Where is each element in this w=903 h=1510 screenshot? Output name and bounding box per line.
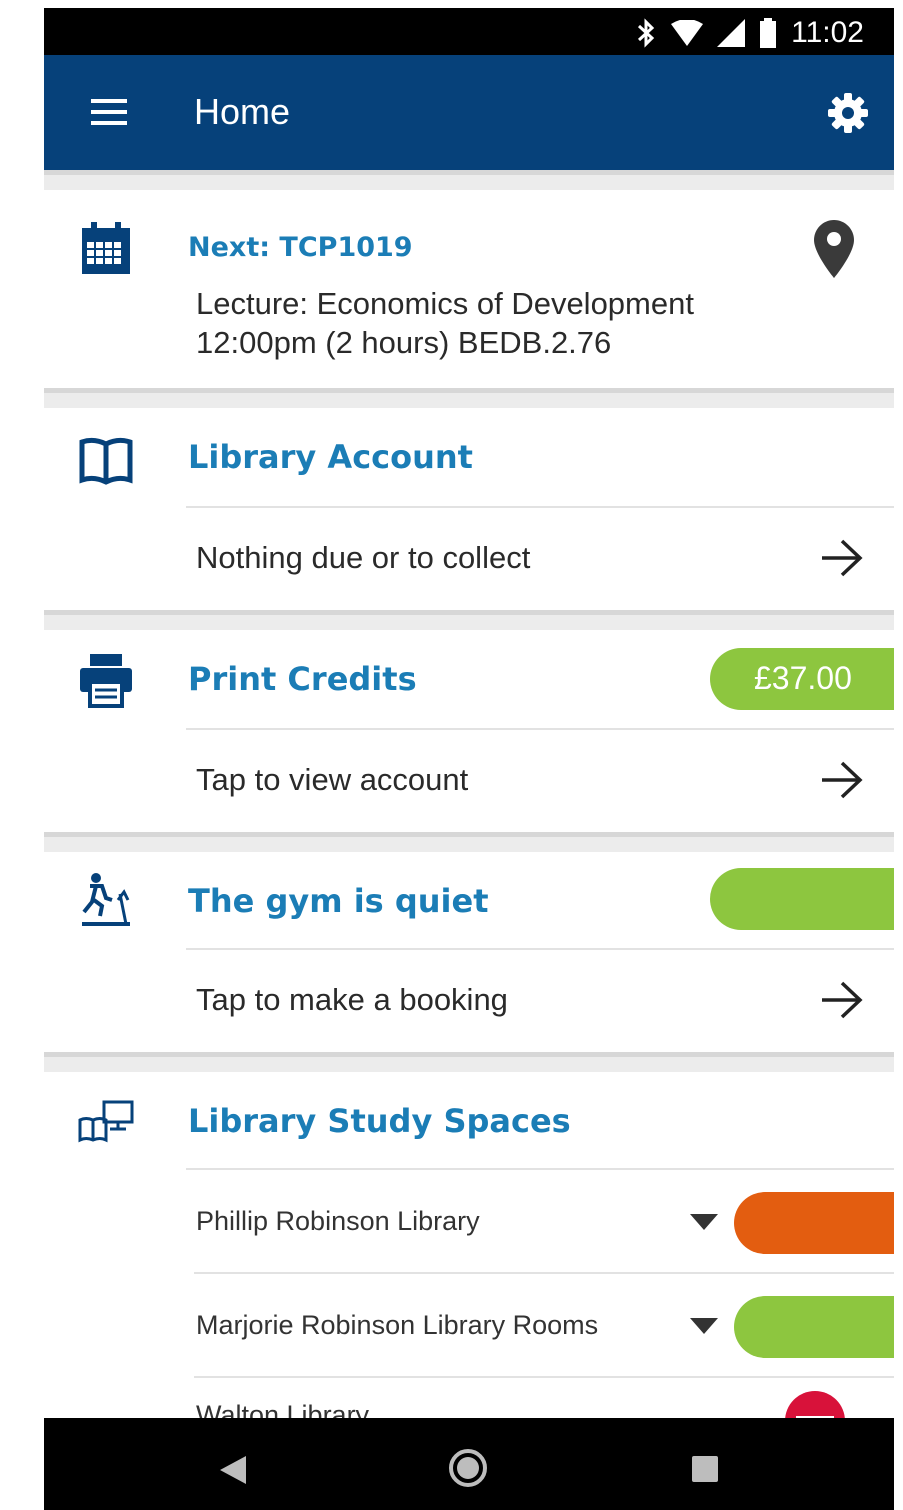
settings-gear-icon[interactable] [826,91,870,135]
print-credits-action: Tap to view account [196,762,469,797]
print-credits-balance: £37.00 [754,660,852,696]
app-bar: Home [44,55,894,170]
study-space-computer-icon [78,1100,134,1143]
home-icon[interactable] [448,1448,488,1488]
study-spaces-card: Library Study Spaces Phillip Robinson Li… [44,1072,894,1451]
system-navigation-bar [44,1418,894,1510]
signal-icon [717,19,746,47]
open-book-icon [79,437,133,485]
section-separator [44,832,894,852]
next-event-description: Lecture: Economics of Development [196,286,694,321]
back-icon[interactable] [220,1456,246,1484]
library-account-title: Library Account [188,438,473,476]
menu-icon[interactable] [88,95,130,129]
gym-card: The gym is quiet Tap to make a booking [44,852,894,1052]
gym-booking-action: Tap to make a booking [196,982,508,1017]
study-space-row[interactable]: Marjorie Robinson Library Rooms [44,1274,894,1376]
arrow-right-icon[interactable] [820,980,864,1020]
print-credits-row[interactable]: Tap to view account [186,730,894,832]
printer-icon [80,654,132,708]
study-space-row[interactable]: Phillip Robinson Library [44,1170,894,1272]
print-credits-title: Print Credits [188,660,417,698]
gym-booking-row[interactable]: Tap to make a booking [186,950,894,1052]
study-space-name: Marjorie Robinson Library Rooms [196,1310,599,1340]
next-event-card[interactable]: Next: TCP1019 Lecture: Economics of Deve… [44,190,894,388]
phone-screen: 11:02 Home Next: TCP1019 Lecture: Econom… [44,0,894,1510]
gym-occupancy-indicator [710,868,894,930]
treadmill-runner-icon [82,873,130,926]
status-bar: 11:02 [44,8,894,55]
arrow-right-icon[interactable] [820,760,864,800]
print-credits-balance-badge: £37.00 [710,648,894,710]
occupancy-indicator [734,1192,894,1254]
section-separator [44,1052,894,1072]
arrow-right-icon[interactable] [820,538,864,578]
next-event-time-location: 12:00pm (2 hours) BEDB.2.76 [196,325,612,360]
study-spaces-title: Library Study Spaces [188,1102,571,1140]
calendar-icon [82,222,130,274]
battery-icon [760,18,777,48]
location-pin-icon[interactable] [814,220,854,278]
gym-status-title: The gym is quiet [188,882,489,920]
library-account-row[interactable]: Nothing due or to collect [186,508,894,610]
print-credits-card: Print Credits £37.00 Tap to view account [44,630,894,832]
section-separator [44,610,894,630]
library-account-card: Library Account Nothing due or to collec… [44,408,894,610]
bluetooth-icon [638,18,655,48]
library-account-status: Nothing due or to collect [196,540,531,575]
page-title: Home [194,91,291,132]
study-space-name: Phillip Robinson Library [196,1206,480,1236]
wifi-icon [671,20,704,46]
next-event-title: Next: TCP1019 [188,232,413,263]
caret-down-icon[interactable] [690,1318,718,1334]
recents-icon[interactable] [692,1456,718,1482]
caret-down-icon[interactable] [690,1214,718,1230]
occupancy-indicator [734,1296,894,1358]
section-separator [44,170,894,190]
section-separator [44,388,894,408]
status-time: 11:02 [791,16,864,49]
